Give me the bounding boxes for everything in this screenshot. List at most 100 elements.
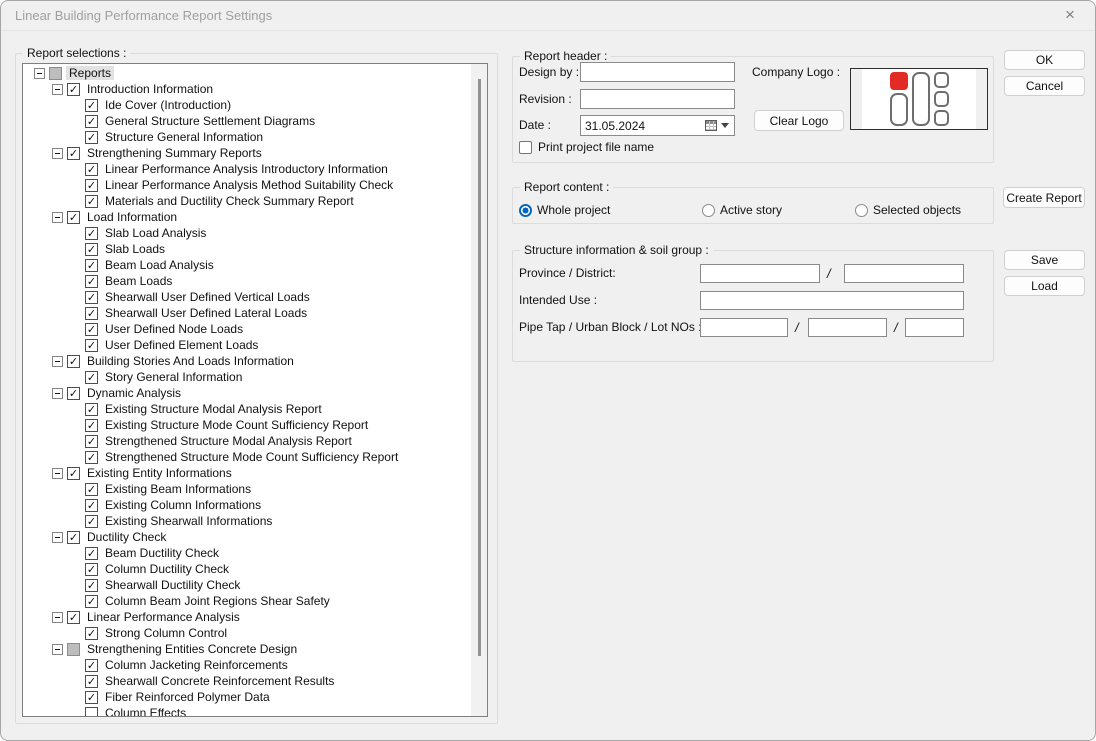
tree-checkbox[interactable]: ✓ [85,323,98,336]
tree-checkbox[interactable]: ✓ [85,547,98,560]
tree-checkbox[interactable] [85,707,98,718]
tree-item[interactable]: ✓Linear Performance Analysis [23,609,487,625]
tree-item[interactable]: ✓Beam Load Analysis [23,257,487,273]
tree-checkbox[interactable]: ✓ [85,595,98,608]
tree-checkbox[interactable]: ✓ [85,435,98,448]
tree-collapse-icon[interactable] [52,644,63,655]
revision-input[interactable] [580,89,735,109]
ok-button[interactable]: OK [1004,50,1085,70]
tree-checkbox[interactable]: ✓ [67,611,80,624]
tree-item[interactable]: Strengthening Entities Concrete Design [23,641,487,657]
tree-item[interactable]: ✓Slab Load Analysis [23,225,487,241]
tree-scrollbar-thumb[interactable] [478,79,481,656]
tree-checkbox[interactable]: ✓ [85,99,98,112]
lot-no-input[interactable] [905,318,964,337]
tree-scrollbar[interactable] [471,64,487,716]
radio-icon[interactable] [855,204,868,217]
tree-item[interactable]: ✓Strengthened Structure Mode Count Suffi… [23,449,487,465]
tree-checkbox[interactable]: ✓ [85,131,98,144]
tree-item[interactable]: ✓Linear Performance Analysis Introductor… [23,161,487,177]
tree-checkbox[interactable]: ✓ [85,115,98,128]
tree-item[interactable]: ✓User Defined Node Loads [23,321,487,337]
district-input[interactable] [844,264,964,283]
chevron-down-icon[interactable] [721,123,729,128]
tree-checkbox[interactable]: ✓ [67,355,80,368]
tree-checkbox[interactable]: ✓ [67,83,80,96]
tree-checkbox[interactable]: ✓ [67,211,80,224]
tree-checkbox[interactable]: ✓ [85,243,98,256]
tree-checkbox[interactable]: ✓ [85,307,98,320]
save-button[interactable]: Save [1004,250,1085,270]
tree-item[interactable]: ✓Ide Cover (Introduction) [23,97,487,113]
date-picker[interactable]: 31.05.2024 [580,115,735,136]
tree-checkbox[interactable]: ✓ [85,483,98,496]
tree-checkbox[interactable]: ✓ [85,499,98,512]
tree-item[interactable]: ✓Load Information [23,209,487,225]
tree-checkbox[interactable]: ✓ [67,147,80,160]
tree-item[interactable]: Column Effects [23,705,487,717]
tree-item[interactable]: ✓Fiber Reinforced Polymer Data [23,689,487,705]
tree-item[interactable]: ✓Column Jacketing Reinforcements [23,657,487,673]
print-project-checkbox[interactable] [519,141,532,154]
tree-collapse-icon[interactable] [52,356,63,367]
radio-option-whole-project[interactable]: Whole project [519,203,610,217]
tree-item[interactable]: ✓Story General Information [23,369,487,385]
close-icon[interactable]: × [1059,1,1081,31]
tree-collapse-icon[interactable] [52,148,63,159]
print-project-file-name-option[interactable]: Print project file name [519,140,654,154]
tree-collapse-icon[interactable] [52,388,63,399]
tree-checkbox[interactable]: ✓ [85,339,98,352]
tree-checkbox[interactable]: ✓ [85,403,98,416]
clear-logo-button[interactable]: Clear Logo [754,110,844,131]
tree-checkbox[interactable]: ✓ [85,259,98,272]
design-by-input[interactable] [580,62,735,82]
tree-collapse-icon[interactable] [52,612,63,623]
tree-checkbox[interactable]: ✓ [85,515,98,528]
tree-item[interactable]: ✓Shearwall User Defined Lateral Loads [23,305,487,321]
province-input[interactable] [700,264,820,283]
radio-icon[interactable] [519,204,532,217]
tree-checkbox[interactable]: ✓ [85,163,98,176]
tree-item[interactable]: ✓Building Stories And Loads Information [23,353,487,369]
tree-collapse-icon[interactable] [34,68,45,79]
tree-item[interactable]: ✓Shearwall User Defined Vertical Loads [23,289,487,305]
create-report-button[interactable]: Create Report [1003,187,1085,208]
intended-use-input[interactable] [700,291,964,310]
tree-item[interactable]: ✓Existing Structure Mode Count Sufficien… [23,417,487,433]
radio-option-selected-objects[interactable]: Selected objects [855,203,961,217]
tree-checkbox[interactable]: ✓ [85,275,98,288]
tree-item[interactable]: ✓Existing Beam Informations [23,481,487,497]
tree-collapse-icon[interactable] [52,468,63,479]
tree-item[interactable]: ✓Shearwall Concrete Reinforcement Result… [23,673,487,689]
pipe-tap-input[interactable] [700,318,788,337]
tree-item[interactable]: ✓Beam Ductility Check [23,545,487,561]
tree-item[interactable]: ✓Introduction Information [23,81,487,97]
tree-item[interactable]: ✓Existing Shearwall Informations [23,513,487,529]
tree-item[interactable]: ✓User Defined Element Loads [23,337,487,353]
tree-item[interactable]: ✓Linear Performance Analysis Method Suit… [23,177,487,193]
tree-collapse-icon[interactable] [52,212,63,223]
tree-item[interactable]: ✓General Structure Settlement Diagrams [23,113,487,129]
tree-item[interactable]: ✓Strengthening Summary Reports [23,145,487,161]
tree-item[interactable]: ✓Existing Entity Informations [23,465,487,481]
tree-checkbox[interactable]: ✓ [67,467,80,480]
tree-checkbox[interactable]: ✓ [67,531,80,544]
tree-item[interactable]: ✓Column Ductility Check [23,561,487,577]
tree-checkbox[interactable]: ✓ [85,451,98,464]
tree-item[interactable]: ✓Strengthened Structure Modal Analysis R… [23,433,487,449]
calendar-icon[interactable] [705,120,717,131]
tree-checkbox[interactable]: ✓ [85,195,98,208]
tree-checkbox[interactable]: ✓ [67,387,80,400]
tree-item[interactable]: Reports [23,65,487,81]
tree-item[interactable]: ✓Dynamic Analysis [23,385,487,401]
tree-item[interactable]: ✓Slab Loads [23,241,487,257]
urban-block-input[interactable] [808,318,887,337]
tree-checkbox[interactable]: ✓ [85,579,98,592]
tree-checkbox[interactable] [67,643,80,656]
tree-collapse-icon[interactable] [52,84,63,95]
tree-checkbox[interactable]: ✓ [85,563,98,576]
tree-item[interactable]: ✓Existing Structure Modal Analysis Repor… [23,401,487,417]
radio-option-active-story[interactable]: Active story [702,203,782,217]
tree-checkbox[interactable]: ✓ [85,291,98,304]
cancel-button[interactable]: Cancel [1004,76,1085,96]
